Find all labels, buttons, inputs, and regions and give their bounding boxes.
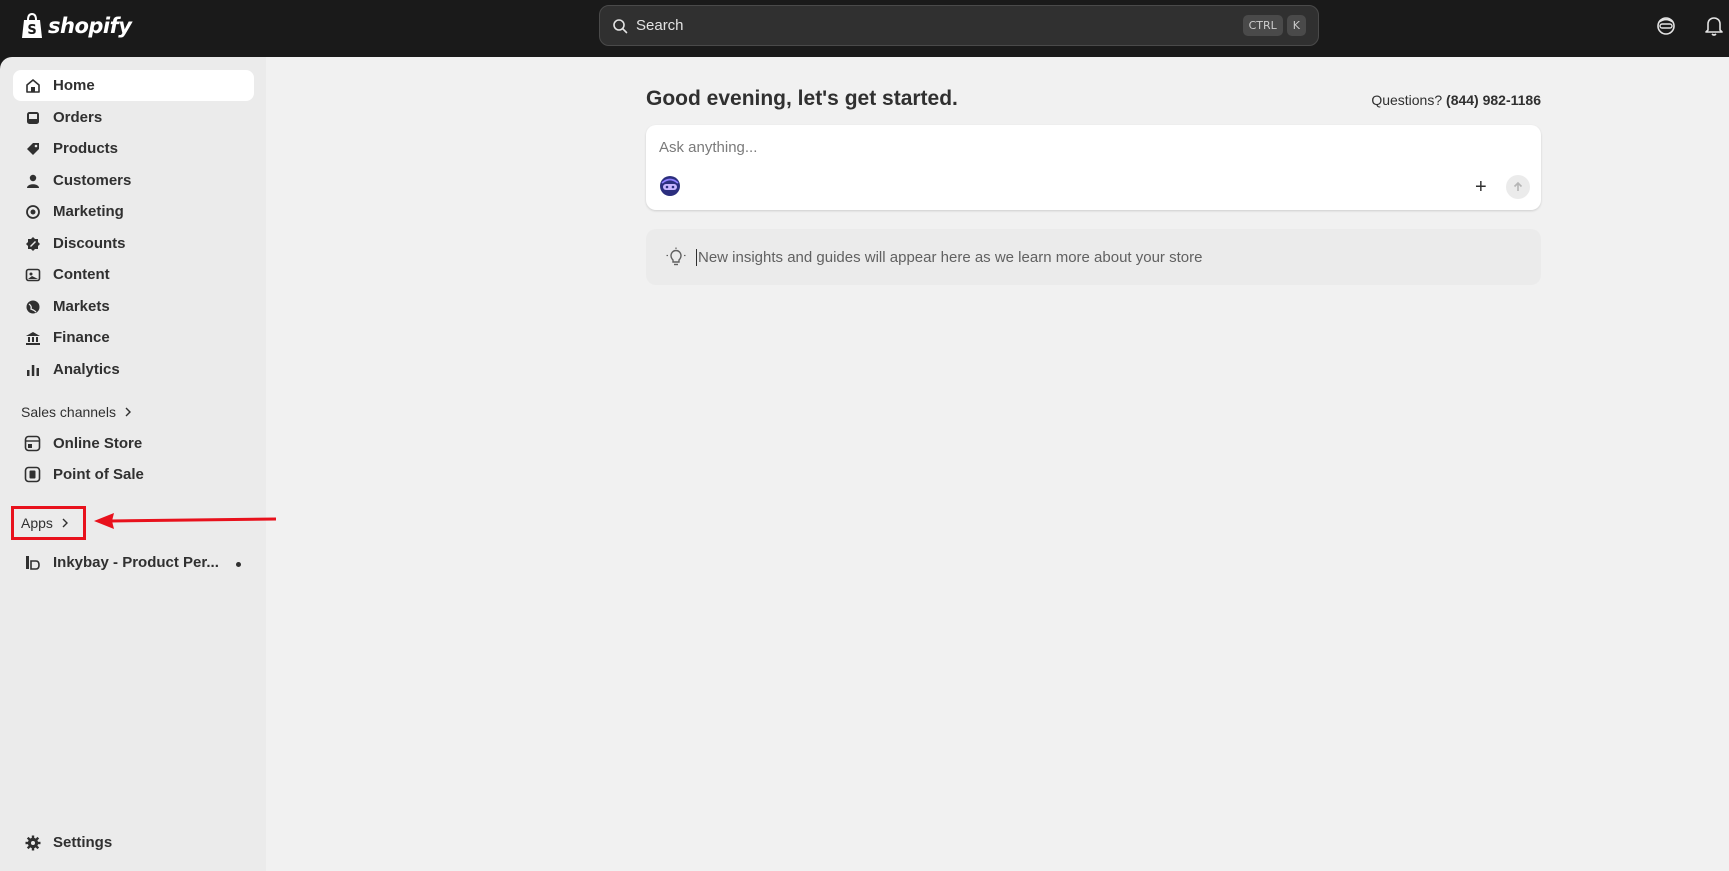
image-icon	[24, 266, 41, 283]
home-icon	[24, 77, 41, 94]
support-phone[interactable]: Questions? (844) 982-1186	[1371, 92, 1541, 108]
sidebar-item-label: Customers	[53, 172, 132, 189]
sidebar-item-label: Products	[53, 140, 119, 157]
search-bar[interactable]: Search CTRL K	[599, 5, 1319, 46]
sidebar-item-label: Orders	[53, 109, 103, 126]
bell-icon[interactable]	[1704, 15, 1724, 37]
sidebar-item-point-of-sale[interactable]: Point of Sale	[13, 459, 254, 490]
shortcut-key-k: K	[1286, 15, 1306, 36]
chevron-right-icon	[125, 407, 131, 417]
sales-channels-heading[interactable]: Sales channels	[21, 404, 132, 420]
sidebar-item-label: Finance	[53, 329, 110, 346]
store-icon	[24, 435, 41, 452]
svg-text:S: S	[27, 23, 36, 38]
target-icon	[24, 203, 41, 220]
sidebar-item-analytics[interactable]: Analytics	[13, 354, 254, 385]
page-title: Good evening, let's get started.	[646, 87, 958, 110]
sidebar-item-discounts[interactable]: Discounts	[13, 228, 254, 259]
sidebar-item-label: Point of Sale	[53, 466, 144, 483]
ask-anything-input[interactable]	[659, 139, 1519, 156]
sidebar-item-products[interactable]: Products	[13, 133, 254, 164]
brand-name: shopify	[48, 14, 132, 38]
apps-highlight-box	[11, 506, 86, 540]
sidebar-item-markets[interactable]: Markets	[13, 291, 254, 322]
unread-dot	[236, 562, 241, 567]
shopify-bag-icon: S	[22, 12, 42, 38]
sidebar-item-settings[interactable]: Settings	[13, 827, 254, 858]
shopify-logo[interactable]: S shopify	[20, 11, 132, 41]
send-button[interactable]	[1506, 175, 1530, 199]
sidebar-item-label: Discounts	[53, 235, 126, 252]
tag-icon	[24, 140, 41, 157]
sidebar-item-label: Home	[53, 77, 95, 94]
sidebar-item-content[interactable]: Content	[13, 259, 254, 290]
sidebar-item-inkybay[interactable]: Inkybay - Product Per...	[13, 547, 254, 578]
lightbulb-icon	[666, 247, 686, 266]
sidebar-item-label: Content	[53, 266, 110, 283]
inbox-icon	[24, 109, 41, 126]
sidebar-item-label: Online Store	[53, 435, 143, 452]
arrow-up-icon	[1513, 181, 1523, 191]
sidekick-avatar-icon[interactable]	[659, 175, 681, 197]
search-icon	[613, 18, 628, 33]
gear-icon	[24, 834, 41, 851]
sidebar-item-label: Inkybay - Product Per...	[53, 554, 219, 571]
sidebar-item-finance[interactable]: Finance	[13, 322, 254, 353]
search-label: Search	[636, 17, 684, 34]
sidebar-item-online-store[interactable]: Online Store	[13, 428, 254, 459]
ask-anything-box: +	[646, 125, 1541, 210]
person-icon	[24, 172, 41, 189]
insights-text: New insights and guides will appear here…	[696, 248, 1203, 266]
bank-icon	[24, 329, 41, 346]
sidebar-item-home[interactable]: Home	[13, 70, 254, 101]
sidebar-item-marketing[interactable]: Marketing	[13, 196, 254, 227]
top-bar: S shopify Search CTRL K	[0, 0, 1729, 57]
sidebar-item-label: Marketing	[53, 203, 124, 220]
sidebar-item-label: Markets	[53, 298, 110, 315]
sidebar-item-label: Settings	[53, 834, 113, 851]
insights-banner: New insights and guides will appear here…	[646, 229, 1541, 285]
annotation-arrow	[94, 513, 277, 529]
sidekick-icon[interactable]	[1655, 15, 1677, 37]
discount-icon	[24, 235, 41, 252]
sidebar-item-orders[interactable]: Orders	[13, 102, 254, 133]
inkybay-icon	[24, 554, 41, 571]
shortcut-key-ctrl: CTRL	[1242, 15, 1283, 36]
sidebar-item-label: Analytics	[53, 361, 120, 378]
globe-icon	[24, 298, 41, 315]
add-attachment-button[interactable]: +	[1475, 177, 1487, 197]
pos-icon	[24, 466, 41, 483]
sidebar-item-customers[interactable]: Customers	[13, 165, 254, 196]
bar-chart-icon	[24, 361, 41, 378]
